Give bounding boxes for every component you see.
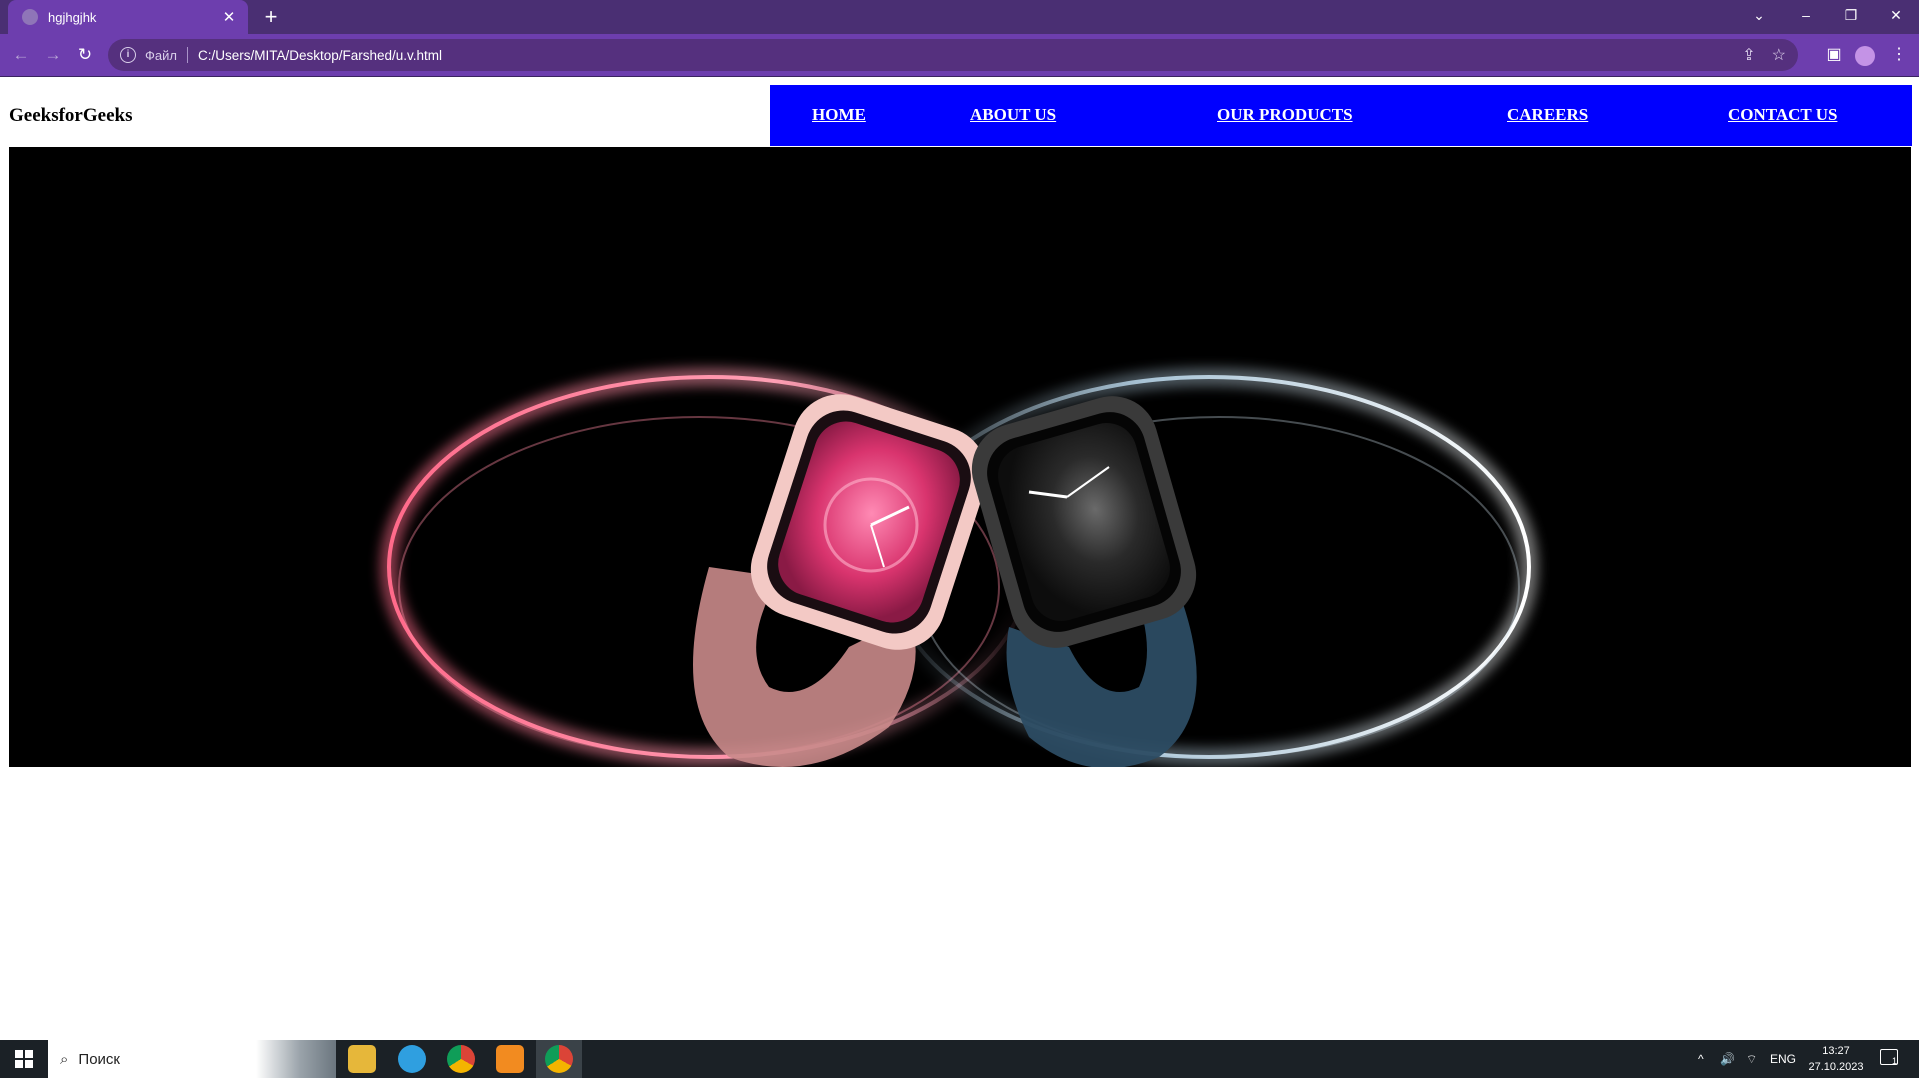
chrome-icon[interactable]: [447, 1045, 475, 1073]
notification-center-icon[interactable]: 1: [1880, 1049, 1898, 1066]
web-page: GeeksforGeeks HOME ABOUT US OUR PRODUCTS…: [0, 77, 1919, 1040]
network-icon[interactable]: ⌔: [1746, 1040, 1757, 1078]
tab-strip: hgjhgjhk ✕ + ⌄ – ❐ ✕: [0, 0, 1919, 34]
watch-illustration: [380, 368, 1538, 767]
menu-kebab-icon[interactable]: ⋮: [1886, 42, 1912, 68]
profile-avatar-icon[interactable]: [1855, 46, 1875, 66]
main-navbar: HOME ABOUT US OUR PRODUCTS CAREERS CONTA…: [770, 85, 1912, 146]
share-icon[interactable]: ⇪: [1742, 45, 1755, 65]
site-logo: GeeksforGeeks: [9, 105, 133, 126]
nav-link-home[interactable]: HOME: [812, 105, 866, 125]
url-text[interactable]: C:/Users/MITA/Desktop/Farshed/u.v.html: [198, 48, 442, 63]
file-explorer-icon[interactable]: [348, 1045, 376, 1073]
windows-logo-icon: [15, 1050, 33, 1068]
address-separator: [186, 47, 188, 63]
input-language[interactable]: ENG: [1770, 1040, 1796, 1078]
telegram-icon[interactable]: [398, 1045, 426, 1073]
page-favicon-icon: [22, 9, 38, 25]
close-window-button[interactable]: ✕: [1874, 0, 1918, 30]
search-icon: ⌕: [60, 1050, 69, 1068]
new-tab-button[interactable]: +: [258, 4, 284, 30]
tray-overflow-chevron-icon[interactable]: ^: [1698, 1040, 1704, 1078]
nav-link-careers[interactable]: CAREERS: [1507, 105, 1588, 125]
volume-icon[interactable]: 🔊: [1720, 1040, 1735, 1078]
clock-date: 27.10.2023: [1808, 1061, 1864, 1073]
taskbar-search-box[interactable]: ⌕ Поиск: [48, 1040, 336, 1078]
omnibox-actions: ⇪ ☆: [1742, 45, 1786, 65]
chrome-profile-icon: [545, 1045, 573, 1073]
white-light-ring: [880, 368, 1538, 766]
hero-banner-image: [9, 147, 1911, 767]
active-tab[interactable]: hgjhgjhk ✕: [8, 0, 248, 34]
site-info-icon[interactable]: i: [120, 47, 136, 63]
tab-title: hgjhgjhk: [48, 9, 97, 25]
tab-close-icon[interactable]: ✕: [220, 8, 238, 26]
side-panel-icon[interactable]: ▣: [1821, 42, 1847, 68]
address-bar[interactable]: i Файл C:/Users/MITA/Desktop/Farshed/u.v…: [108, 39, 1798, 71]
forward-button[interactable]: →: [40, 42, 66, 68]
restore-button[interactable]: ❐: [1829, 0, 1873, 30]
bookmark-star-icon[interactable]: ☆: [1772, 45, 1786, 65]
search-placeholder: Поиск: [78, 1050, 120, 1068]
start-button[interactable]: [0, 1040, 48, 1078]
browser-toolbar: ← → ↻ i Файл C:/Users/MITA/Desktop/Farsh…: [0, 34, 1919, 76]
reload-button[interactable]: ↻: [72, 42, 98, 68]
nav-link-about-us[interactable]: ABOUT US: [970, 105, 1056, 125]
windows-taskbar: ⌕ Поиск ^ 🔊 ⌔ ENG 13:27 27.10.2023 1: [0, 1040, 1919, 1078]
nav-link-contact-us[interactable]: CONTACT US: [1728, 105, 1837, 125]
nav-link-our-products[interactable]: OUR PRODUCTS: [1217, 105, 1353, 125]
clock-time: 13:27: [1822, 1045, 1850, 1057]
sublime-text-icon[interactable]: [496, 1045, 524, 1073]
site-info-label: Файл: [145, 47, 177, 63]
back-button[interactable]: ←: [8, 42, 34, 68]
chrome-profile-app-active[interactable]: [536, 1040, 582, 1078]
minimize-button[interactable]: –: [1784, 0, 1828, 30]
search-highlight-image: [256, 1040, 336, 1078]
system-clock[interactable]: 13:27 27.10.2023: [1802, 1043, 1870, 1075]
tab-search-chevron-icon[interactable]: ⌄: [1737, 0, 1781, 30]
pink-watch: [693, 394, 988, 767]
